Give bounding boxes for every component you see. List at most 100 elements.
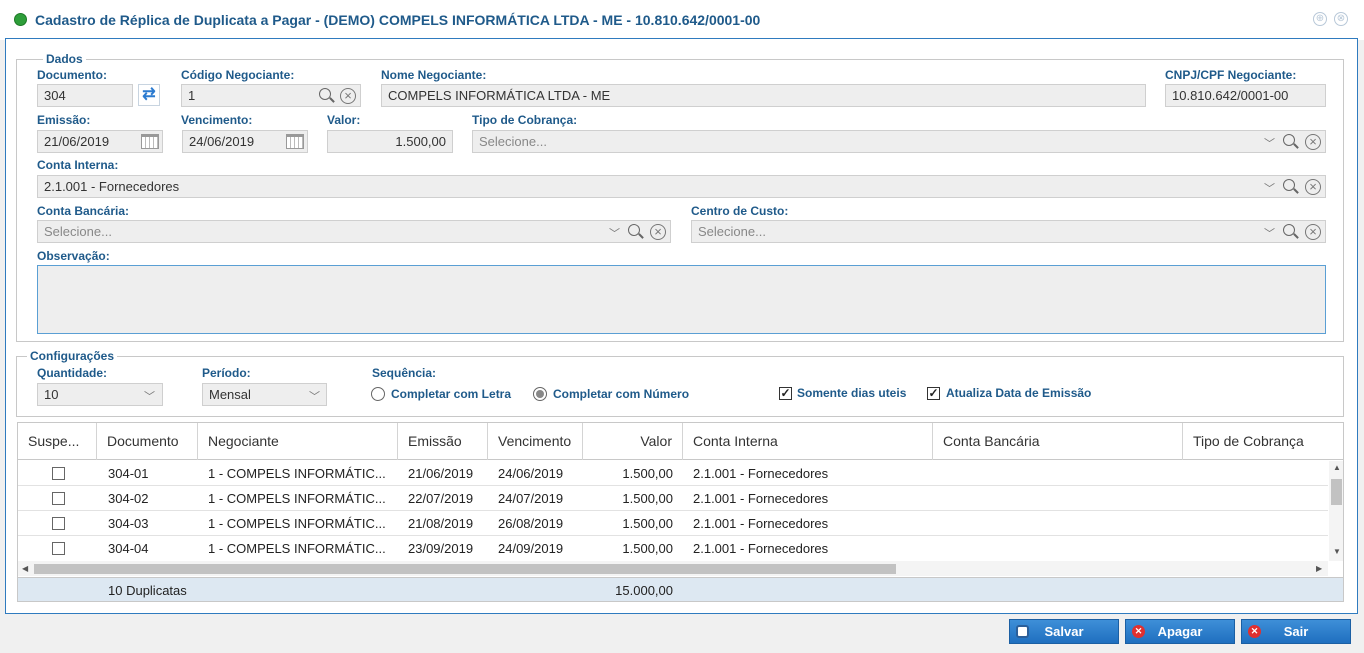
table-row[interactable]: 304-02 1 - COMPELS INFORMÁTIC... 22/07/2… (18, 486, 1328, 511)
column-header-tipo-cobranca[interactable]: Tipo de Cobrança (1183, 423, 1343, 460)
nome-negociante-label: Nome Negociante: (381, 68, 487, 82)
cell-conta-interna: 2.1.001 - Fornecedores (693, 466, 829, 481)
search-icon[interactable] (1283, 224, 1298, 239)
clear-icon[interactable]: × (1305, 179, 1321, 195)
calendar-icon[interactable] (141, 134, 159, 149)
chevron-down-icon[interactable]: ﹀ (1264, 225, 1275, 241)
chevron-down-icon[interactable]: ﹀ (144, 388, 155, 404)
refresh-icon[interactable]: ⇄ (138, 84, 160, 106)
cell-negociante: 1 - COMPELS INFORMÁTIC... (208, 516, 386, 531)
delete-button-label: Apagar (1157, 624, 1203, 639)
periodo-label: Período: (202, 366, 251, 380)
somente-dias-uteis-checkbox[interactable]: ✓ (779, 387, 792, 400)
completar-numero-radio[interactable] (533, 387, 547, 401)
column-header-suspenso[interactable]: Suspe... (18, 423, 97, 460)
table-row[interactable]: 304-04 1 - COMPELS INFORMÁTIC... 23/09/2… (18, 536, 1328, 561)
cell-conta-interna: 2.1.001 - Fornecedores (693, 491, 829, 506)
cell-documento: 304-02 (108, 491, 149, 506)
search-icon[interactable] (319, 88, 334, 103)
cnpj-field: 10.810.642/0001-00 (1165, 84, 1326, 107)
scroll-left-arrow-icon[interactable]: ◀ (22, 564, 28, 573)
tipo-cobranca-select[interactable]: Selecione... (472, 130, 1326, 153)
delete-button[interactable]: ✕ Apagar (1125, 619, 1235, 644)
grid-header: Suspe... Documento Negociante Emissão Ve… (18, 423, 1343, 460)
completar-numero-label[interactable]: Completar com Número (553, 387, 689, 401)
save-button[interactable]: Salvar (1009, 619, 1119, 644)
scroll-right-arrow-icon[interactable]: ▶ (1316, 564, 1322, 573)
column-header-valor[interactable]: Valor (583, 423, 683, 460)
valor-field[interactable]: 1.500,00 (327, 130, 453, 153)
vertical-scroll-thumb[interactable] (1331, 479, 1342, 505)
search-icon[interactable] (1283, 134, 1298, 149)
horizontal-scrollbar[interactable]: ◀ ▶ (18, 561, 1328, 576)
duplicatas-grid: Suspe... Documento Negociante Emissão Ve… (17, 422, 1344, 602)
config-legend: Configurações (27, 349, 118, 363)
suspenso-checkbox[interactable] (52, 492, 65, 505)
suspenso-checkbox[interactable] (52, 517, 65, 530)
documento-field[interactable]: 304 (37, 84, 133, 107)
calendar-icon[interactable] (286, 134, 304, 149)
cell-negociante: 1 - COMPELS INFORMÁTIC... (208, 466, 386, 481)
conta-bancaria-select[interactable]: Selecione... (37, 220, 671, 243)
cell-documento: 304-03 (108, 516, 149, 531)
cell-emissao: 21/06/2019 (408, 466, 474, 481)
sequencia-label: Sequência: (372, 366, 437, 380)
column-header-documento[interactable]: Documento (97, 423, 198, 460)
chevron-down-icon[interactable]: ﹀ (1264, 135, 1275, 151)
scroll-down-arrow-icon[interactable]: ▼ (1333, 547, 1341, 556)
chevron-down-icon[interactable]: ﹀ (309, 388, 320, 404)
cell-valor: 1.500,00 (622, 491, 673, 506)
vertical-scrollbar[interactable]: ▲ ▼ (1329, 461, 1343, 561)
search-icon[interactable] (628, 224, 643, 239)
clear-icon[interactable]: × (340, 88, 356, 104)
emissao-label: Emissão: (37, 113, 91, 127)
column-header-conta-bancaria[interactable]: Conta Bancária (933, 423, 1183, 460)
conta-interna-select[interactable]: 2.1.001 - Fornecedores (37, 175, 1326, 198)
completar-letra-label[interactable]: Completar com Letra (391, 387, 511, 401)
cell-conta-interna: 2.1.001 - Fornecedores (693, 516, 829, 531)
column-header-negociante[interactable]: Negociante (198, 423, 398, 460)
atualiza-data-label[interactable]: Atualiza Data de Emissão (946, 386, 1091, 400)
column-header-vencimento[interactable]: Vencimento (488, 423, 583, 460)
codigo-negociante-field[interactable]: 1 (181, 84, 361, 107)
atualiza-data-checkbox[interactable]: ✓ (927, 387, 940, 400)
column-header-emissao[interactable]: Emissão (398, 423, 488, 460)
main-panel: Dados Documento: 304 ⇄ Código Negociante… (5, 38, 1358, 614)
cell-valor: 1.500,00 (622, 541, 673, 556)
table-row[interactable]: 304-01 1 - COMPELS INFORMÁTIC... 21/06/2… (18, 461, 1328, 486)
cell-documento: 304-04 (108, 541, 149, 556)
table-row[interactable]: 304-03 1 - COMPELS INFORMÁTIC... 21/08/2… (18, 511, 1328, 536)
clear-icon[interactable]: × (650, 224, 666, 240)
scroll-up-arrow-icon[interactable]: ▲ (1333, 463, 1341, 472)
horizontal-scroll-thumb[interactable] (34, 564, 896, 574)
save-button-label: Salvar (1044, 624, 1084, 639)
vencimento-label: Vencimento: (181, 113, 253, 127)
column-header-conta-interna[interactable]: Conta Interna (683, 423, 933, 460)
clear-icon[interactable]: × (1305, 134, 1321, 150)
cnpj-label: CNPJ/CPF Negociante: (1165, 68, 1297, 82)
tipo-cobranca-label: Tipo de Cobrança: (472, 113, 578, 127)
centro-custo-select[interactable]: Selecione... (691, 220, 1326, 243)
search-icon[interactable] (1283, 179, 1298, 194)
chevron-down-icon[interactable]: ﹀ (1264, 180, 1275, 196)
exit-button[interactable]: ✕ Sair (1241, 619, 1351, 644)
chevron-down-icon[interactable]: ﹀ (609, 225, 620, 241)
exit-button-label: Sair (1283, 624, 1309, 639)
quantidade-label: Quantidade: (37, 366, 108, 380)
title-bar: Cadastro de Réplica de Duplicata a Pagar… (0, 0, 1364, 40)
restore-window-icon[interactable]: ⊕ (1313, 12, 1327, 26)
suspenso-checkbox[interactable] (52, 542, 65, 555)
grid-footer: 10 Duplicatas 15.000,00 (18, 577, 1343, 601)
footer-total: 15.000,00 (615, 583, 673, 598)
cell-documento: 304-01 (108, 466, 149, 481)
completar-letra-radio[interactable] (371, 387, 385, 401)
cell-emissao: 21/08/2019 (408, 516, 474, 531)
cell-vencimento: 24/09/2019 (498, 541, 564, 556)
close-window-icon[interactable]: ⊗ (1334, 12, 1348, 26)
somente-dias-uteis-label[interactable]: Somente dias uteis (797, 386, 906, 400)
suspenso-checkbox[interactable] (52, 467, 65, 480)
cell-negociante: 1 - COMPELS INFORMÁTIC... (208, 541, 386, 556)
clear-icon[interactable]: × (1305, 224, 1321, 240)
codigo-negociante-label: Código Negociante: (181, 68, 295, 82)
observacao-textarea[interactable] (37, 265, 1326, 334)
